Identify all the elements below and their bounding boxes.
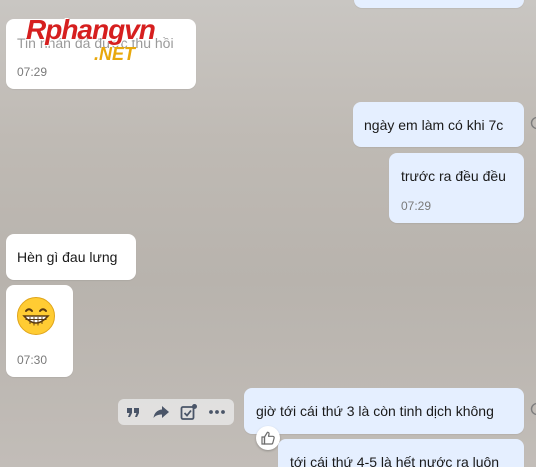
message-text: trước ra đều đều <box>401 168 506 184</box>
message-bubble-outgoing[interactable]: tới cái thứ 4-5 là hết nước ra luôn <box>278 439 524 467</box>
message-bubble-outgoing[interactable]: giờ tới cái thứ 3 là còn tinh dịch không <box>244 388 524 434</box>
grinning-emoji-icon <box>17 297 55 335</box>
message-bubble-emoji[interactable]: 07:30 <box>6 285 73 377</box>
message-bubble-partial[interactable] <box>354 0 524 8</box>
watermark-brand: Rphangvn <box>26 14 156 45</box>
message-bubble-outgoing[interactable]: trước ra đều đều 07:29 <box>389 153 524 223</box>
message-text: ngày em làm có khi 7c <box>364 117 504 133</box>
message-text: Hèn gì đau lưng <box>17 249 118 265</box>
chat-area: Tin nhắn đã được thu hồi 07:29 Rphangvn … <box>0 0 536 467</box>
message-text: tới cái thứ 4-5 là hết nước ra luôn <box>290 454 500 467</box>
task-icon[interactable] <box>179 402 199 422</box>
message-time: 07:30 <box>17 353 48 367</box>
like-reaction-button[interactable] <box>256 426 280 450</box>
message-bubble-incoming[interactable]: Hèn gì đau lưng <box>6 234 136 280</box>
message-time: 07:29 <box>401 199 432 213</box>
watermark-suffix: .NET <box>94 44 136 64</box>
forward-icon[interactable] <box>151 402 171 422</box>
more-icon[interactable] <box>207 402 227 422</box>
quote-icon[interactable] <box>123 402 143 422</box>
message-text: giờ tới cái thứ 3 là còn tinh dịch không <box>256 403 494 419</box>
message-action-toolbar <box>118 399 234 425</box>
reaction-edge-icon[interactable] <box>530 116 536 130</box>
reaction-edge-icon[interactable] <box>530 402 536 416</box>
watermark-logo: Rphangvn .NET <box>26 14 191 66</box>
message-bubble-outgoing[interactable]: ngày em làm có khi 7c <box>353 102 524 147</box>
thumbs-up-icon <box>261 431 275 445</box>
